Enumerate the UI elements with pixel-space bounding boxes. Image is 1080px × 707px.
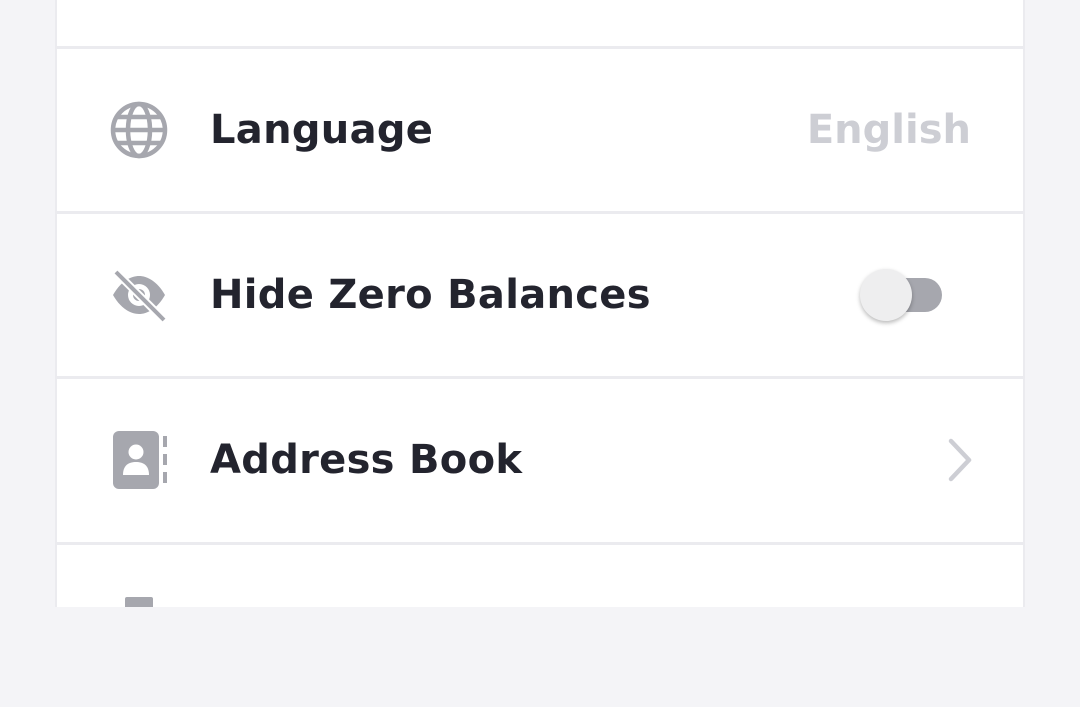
address-book-label: Address Book bbox=[210, 437, 523, 483]
settings-row-language[interactable]: Language English bbox=[57, 49, 1023, 211]
hide-zero-balances-toggle[interactable] bbox=[860, 269, 942, 321]
toggle-knob[interactable] bbox=[860, 269, 912, 321]
chevron-right-icon bbox=[945, 437, 975, 483]
settings-panel: Language English Hide Zero Balances Addr… bbox=[55, 0, 1025, 607]
partial-row-icon bbox=[125, 597, 153, 607]
language-value[interactable]: English bbox=[807, 107, 971, 153]
settings-row-address-book[interactable]: Address Book bbox=[57, 379, 1023, 541]
address-book-icon bbox=[109, 430, 169, 490]
hide-zero-balances-label: Hide Zero Balances bbox=[210, 272, 651, 318]
settings-row-hide-zero-balances[interactable]: Hide Zero Balances bbox=[57, 214, 1023, 376]
settings-row-partial-top[interactable] bbox=[57, 0, 1023, 48]
settings-row-partial-bottom[interactable] bbox=[57, 545, 1023, 707]
globe-icon bbox=[109, 100, 169, 160]
eye-slash-icon bbox=[109, 265, 169, 325]
language-label: Language bbox=[210, 107, 434, 153]
